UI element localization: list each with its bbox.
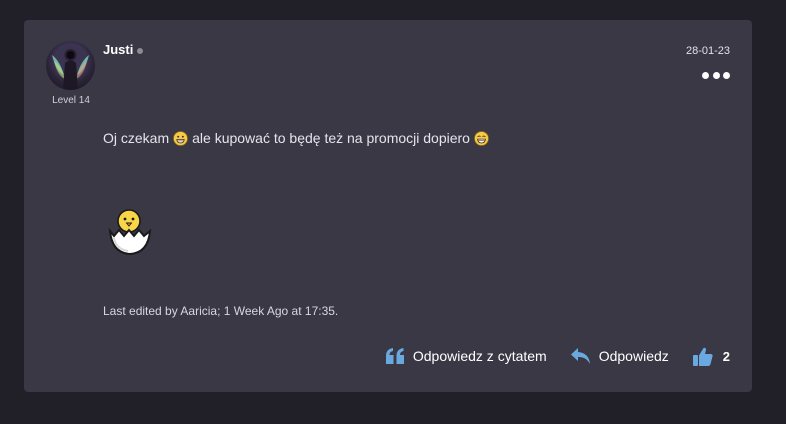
user-level: Level 14 (52, 95, 90, 106)
like-count: 2 (722, 348, 730, 364)
message-text-1: Oj czekam (103, 130, 170, 146)
like-button[interactable]: 2 (692, 347, 730, 366)
more-dot (723, 71, 730, 79)
post-message: Oj czekam ale kupować to będę też na pro… (103, 130, 493, 146)
hatching-chick-icon (108, 209, 152, 256)
grinning-squinting-face-icon (474, 130, 489, 146)
username[interactable]: Justi (103, 42, 144, 57)
username-text[interactable]: Justi (103, 42, 133, 57)
thumbs-up-icon (692, 347, 713, 366)
quote-icon (385, 347, 404, 364)
more-dots-icon[interactable] (702, 70, 730, 80)
avatar[interactable] (46, 41, 95, 90)
quote-reply-label[interactable]: Odpowiedz z cytatem (413, 348, 547, 364)
post-card: Level 14 Justi 28-01-23 Oj czekam ale ku… (24, 20, 752, 392)
edited-note: Last edited by Aaricia; 1 Week Ago at 17… (103, 304, 339, 318)
post-date: 28-01-23 (685, 45, 730, 57)
offline-status-icon (137, 47, 144, 54)
post-actions: Odpowiedz z cytatem Odpowiedz 2 (385, 344, 730, 368)
message-text-2: ale kupować to będę też na promocji dopi… (192, 130, 470, 146)
quote-reply-button[interactable]: Odpowiedz z cytatem (385, 347, 547, 365)
avatar-image (52, 45, 89, 90)
grinning-face-icon (173, 130, 189, 146)
reply-label[interactable]: Odpowiedz (599, 348, 669, 364)
reply-button[interactable]: Odpowiedz (570, 347, 669, 365)
more-dot (702, 71, 709, 79)
more-dot (712, 71, 720, 79)
reply-arrow-icon (570, 347, 590, 364)
